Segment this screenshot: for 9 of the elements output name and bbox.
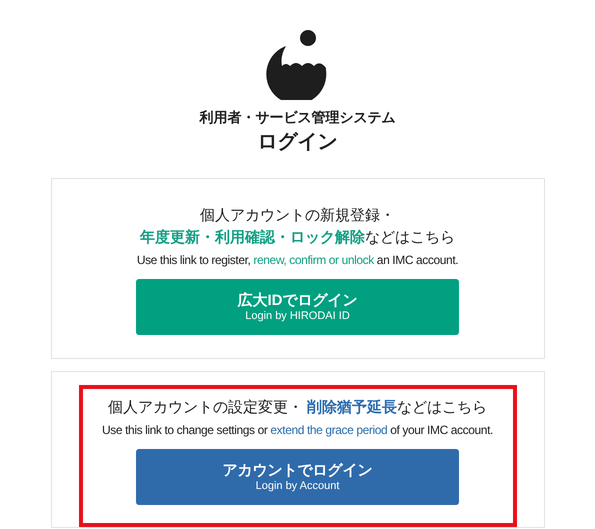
english-description: Use this link to change settings or extend the grace period of your IMC account.: [102, 422, 493, 439]
page-title: ログイン: [258, 132, 338, 152]
japanese-description: 年度更新・利用確認・ロック解除などはこちら: [140, 228, 455, 248]
login-button[interactable]: アカウントでログイン Login by Account: [136, 449, 459, 505]
japanese-description: 個人アカウントの新規登録・: [200, 206, 395, 226]
english-description: Use this link to register, renew, confirm or unlock an IMC account.: [136, 252, 458, 269]
japanese-description: 個人アカウントの設定変更・ 削除猶予延長などはこちら: [108, 398, 488, 418]
system-name: 利用者・サービス管理システム: [200, 110, 396, 124]
login-button[interactable]: 広大IDでログイン Login by HIRODAI ID: [136, 279, 459, 335]
